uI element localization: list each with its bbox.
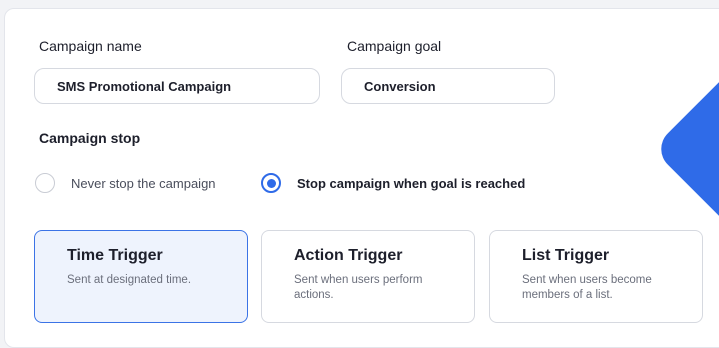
stop-option-goal-reached-label: Stop campaign when goal is reached <box>297 175 526 191</box>
campaign-goal-label: Campaign goal <box>347 38 442 54</box>
campaign-settings-card: Campaign name SMS Promotional Campaign C… <box>4 8 719 348</box>
stop-option-never[interactable]: Never stop the campaign <box>35 173 216 193</box>
radio-checked-icon[interactable] <box>261 173 281 193</box>
campaign-name-input[interactable]: SMS Promotional Campaign <box>34 68 320 104</box>
campaign-goal-select[interactable]: Conversion <box>341 68 555 104</box>
trigger-card-time[interactable]: Time Trigger Sent at designated time. <box>34 230 248 323</box>
decorative-diamond-shape <box>652 64 719 234</box>
trigger-card-title: Time Trigger <box>67 247 163 264</box>
trigger-card-title: List Trigger <box>522 247 610 264</box>
trigger-card-list[interactable]: List Trigger Sent when users become memb… <box>489 230 703 323</box>
trigger-card-description: Sent when users become members of a list… <box>522 274 652 301</box>
stop-option-goal-reached[interactable]: Stop campaign when goal is reached <box>261 173 525 193</box>
campaign-stop-label: Campaign stop <box>39 130 141 146</box>
trigger-card-description: Sent at designated time. <box>67 274 192 286</box>
stop-option-never-label: Never stop the campaign <box>71 175 216 191</box>
trigger-card-description: Sent when users perform actions. <box>294 274 423 301</box>
campaign-name-label: Campaign name <box>39 38 142 54</box>
trigger-card-action[interactable]: Action Trigger Sent when users perform a… <box>261 230 475 323</box>
trigger-card-title: Action Trigger <box>294 247 403 264</box>
radio-unchecked-icon[interactable] <box>35 173 55 193</box>
